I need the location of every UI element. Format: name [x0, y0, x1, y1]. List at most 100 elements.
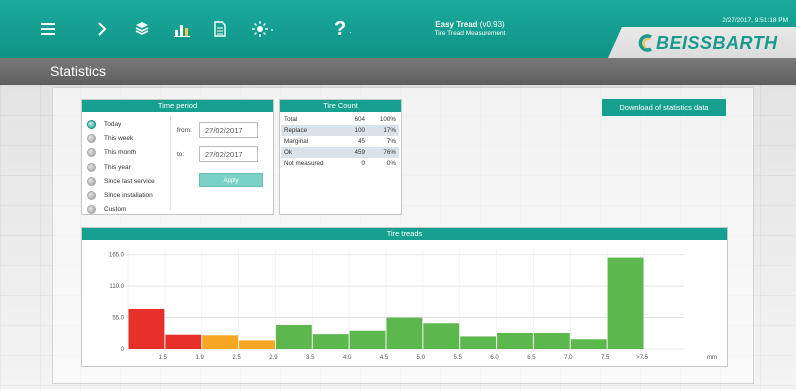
forward-button[interactable]	[88, 14, 116, 44]
document-icon	[214, 21, 226, 37]
chart-bar	[275, 325, 312, 349]
menu-icon	[41, 23, 55, 35]
radio-selected-icon	[87, 119, 96, 129]
table-row: Marginal 45 7%	[281, 136, 399, 147]
chart-bar	[239, 340, 275, 349]
brand-logo: BEISSBARTH	[638, 33, 778, 53]
top-bar: ? · Easy Tread (v0.93) Tire Tread Measur…	[0, 0, 796, 58]
page-title: Statistics	[50, 63, 107, 79]
radio-icon	[87, 205, 96, 215]
layers-button[interactable]	[128, 14, 156, 44]
x-tick-label: 7.5	[601, 355, 610, 361]
row-count: 0	[361, 160, 365, 167]
option-this-year[interactable]: This year	[87, 160, 155, 174]
help-button[interactable]: ? ·	[328, 14, 358, 44]
chevron-right-icon	[98, 22, 107, 36]
option-this-week[interactable]: This week	[87, 131, 155, 145]
row-percent: 100%	[379, 116, 396, 123]
x-tick-label: 3.5	[306, 355, 315, 361]
option-label: Today	[104, 120, 122, 128]
option-label: Since last service	[104, 177, 155, 185]
layers-icon	[135, 22, 149, 35]
help-dropdown-dot: ·	[349, 27, 352, 37]
row-count: 45	[357, 138, 365, 145]
row-label: Not measured	[284, 160, 324, 167]
chart-bar	[386, 317, 423, 349]
x-tick-label: 5.0	[417, 355, 426, 361]
radio-icon	[87, 133, 96, 143]
page-title-bar: Statistics	[0, 58, 796, 85]
download-statistics-button[interactable]: Download of statistics data	[602, 99, 726, 116]
x-tick-label: 7.0	[564, 355, 573, 361]
chart-bar	[533, 333, 570, 349]
option-since-last-service[interactable]: Since last service	[87, 174, 155, 188]
y-tick-label: 165.0	[109, 253, 125, 259]
x-tick-label: >7.5	[636, 355, 649, 361]
tire-count-box: Tire Count Total 604 100% Replace 100 17% Ma…	[279, 99, 402, 215]
x-tick-label: 4.5	[380, 355, 389, 361]
to-date-field[interactable]: 27/02/2017	[199, 146, 258, 162]
chart-bar	[570, 339, 607, 349]
chart-bar	[460, 336, 497, 349]
option-label: Since installation	[104, 192, 153, 200]
row-label: Total	[284, 116, 298, 123]
tire-count-table: Total 604 100% Replace 100 17% Marginal 45 7% …	[281, 114, 399, 169]
x-tick-label: 4.0	[343, 355, 352, 361]
x-tick-label: 6.0	[490, 355, 499, 361]
row-count: 459	[344, 147, 368, 158]
chart-plot: 0 55.0 110.0 165.0 1.5 1.9 2.5 2.9 3.5 4.0 4.5 5.0 5…	[109, 249, 717, 361]
y-tick-label: 55.0	[112, 316, 124, 322]
logo-mark-icon	[638, 34, 652, 52]
chart-bar	[165, 334, 202, 349]
from-label: from:	[177, 127, 192, 134]
y-tick-label: 110.0	[109, 284, 124, 290]
option-today[interactable]: Today	[87, 117, 155, 131]
chart-title: Tire treads	[82, 228, 727, 240]
row-count: 604	[354, 116, 365, 123]
y-tick-label: 0	[121, 347, 125, 353]
tire-count-header: Tire Count	[280, 100, 401, 112]
option-label: This month	[104, 149, 137, 157]
app-name: Easy Tread	[435, 20, 478, 29]
option-since-installation[interactable]: Since installation	[87, 188, 155, 202]
chart-bar	[202, 335, 239, 349]
chart-bar	[312, 334, 349, 349]
row-label: Ok	[281, 147, 345, 158]
chart-bar	[423, 323, 460, 349]
chart-bar	[349, 330, 386, 349]
from-date-field[interactable]: 27/02/2017	[199, 122, 258, 138]
help-icon: ?	[334, 17, 347, 40]
report-button[interactable]	[206, 14, 234, 44]
radio-icon	[87, 191, 96, 201]
x-tick-label: 2.9	[269, 355, 278, 361]
row-percent: 76%	[368, 147, 399, 158]
app-subtitle: Tire Tread Measurement	[434, 30, 506, 37]
time-period-box: Time period Today This week This month T…	[81, 99, 274, 215]
time-period-options: Today This week This month This year Sin…	[87, 117, 155, 217]
brightness-button[interactable]	[248, 14, 278, 44]
time-period-header: Time period	[82, 100, 273, 112]
row-label: Replace	[281, 125, 345, 136]
chart-bar	[497, 333, 533, 349]
radio-icon	[87, 162, 96, 172]
option-this-month[interactable]: This month	[87, 146, 155, 160]
x-tick-label: 1.5	[159, 355, 168, 361]
option-custom[interactable]: Custom	[87, 203, 155, 217]
apply-button[interactable]: Apply	[199, 173, 263, 187]
x-tick-label: 1.9	[196, 355, 205, 361]
chart-bar	[607, 257, 644, 349]
chart-bar	[128, 309, 165, 349]
to-label: to:	[177, 151, 185, 158]
menu-button[interactable]	[34, 14, 62, 44]
option-label: Custom	[104, 206, 127, 214]
row-percent: 17%	[368, 125, 399, 136]
row-percent: 0%	[386, 160, 396, 167]
tire-treads-chart: Tire treads 0 55.0 110.0 165.0 1.5 1.9 2.5 2.9 3…	[81, 227, 728, 367]
radio-icon	[87, 148, 96, 158]
x-tick-label: 5.5	[454, 355, 463, 361]
x-axis-label: mm	[707, 355, 717, 361]
statistics-button[interactable]	[168, 14, 196, 44]
app-version: (v0.93)	[479, 20, 505, 29]
option-label: This week	[104, 134, 134, 142]
datetime: 2/27/2017, 9:51:18 PM	[722, 17, 788, 24]
